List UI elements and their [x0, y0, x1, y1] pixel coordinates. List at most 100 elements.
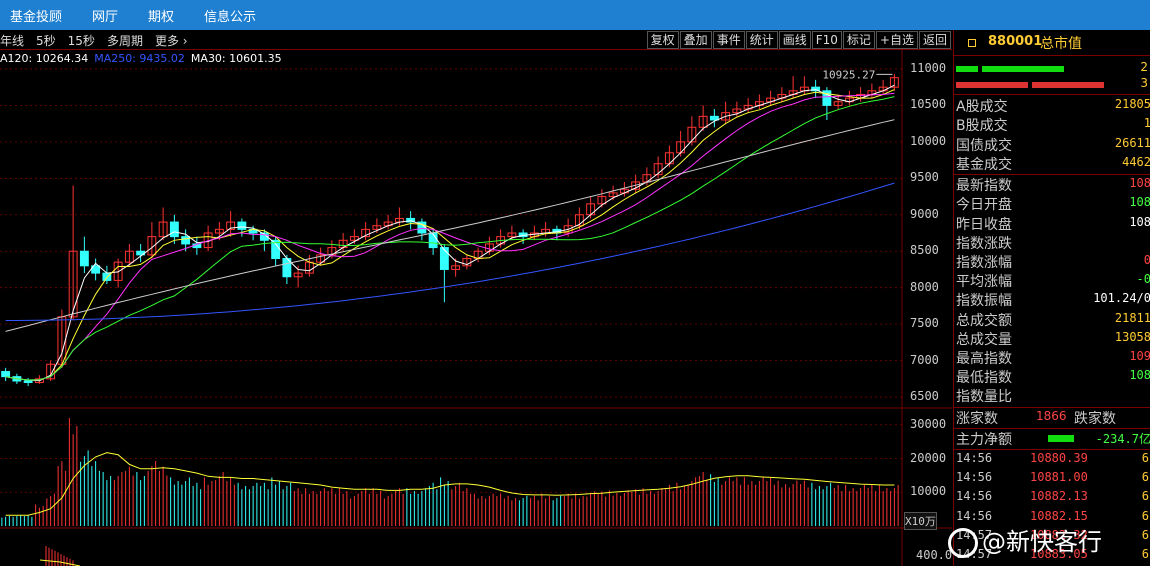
index-info-panel: 880001 总市值 2 3 A股成交 21805 B股成交 1 国债成交 26611 基金成交…: [953, 30, 1150, 566]
stat-value: 13058: [1114, 329, 1150, 344]
ma20-line: [5, 92, 895, 381]
net-flow-label: 主力净额: [956, 431, 1012, 448]
volume-tick-label: 30000: [910, 416, 947, 431]
stat-value: 108: [1129, 195, 1150, 210]
nav-item-2[interactable]: 期权: [148, 6, 174, 25]
stat-row: 总成交额 21811: [956, 310, 1150, 329]
tick-volume: 6: [1141, 508, 1149, 523]
period-option-1[interactable]: 5秒: [36, 32, 56, 49]
stat-row: 平均涨幅 -0: [956, 271, 1150, 290]
stat-row: 总成交量 13058: [956, 329, 1150, 348]
up-count-value: 1866: [1036, 408, 1067, 423]
price-tick-label: 9000: [910, 206, 939, 221]
stat-value: 21811: [1114, 310, 1150, 325]
stat-row: 指数涨幅 0: [956, 252, 1150, 271]
volume-tick-label: 20000: [910, 450, 947, 465]
turnover-label: A股成交: [956, 99, 1008, 115]
stat-label: 指数涨幅: [956, 255, 1012, 271]
turnover-label: B股成交: [956, 118, 1008, 135]
toolbar-button-5[interactable]: F10: [811, 31, 842, 49]
toolbar-button-7[interactable]: +自选: [875, 31, 918, 49]
tick-row: 14:56 10882.13 6: [956, 489, 1150, 508]
price-tick-label: 7500: [910, 316, 939, 331]
kline-chart[interactable]: 10925.27: [0, 50, 952, 566]
candle-body: [439, 247, 449, 270]
nav-item-0[interactable]: 基金投顾: [10, 6, 62, 25]
candle-body: [428, 232, 438, 249]
period-option-4[interactable]: 更多 ›: [155, 32, 188, 49]
square-icon: [968, 39, 976, 47]
stat-label: 指数量比: [956, 389, 1012, 406]
toolbar-button-0[interactable]: 复权: [646, 31, 679, 49]
stat-value: 108: [1129, 176, 1150, 191]
stat-row: 最新指数 108: [956, 175, 1150, 194]
price-tick-label: 11000: [910, 60, 947, 75]
tick-time: 14:56: [956, 489, 993, 504]
ma120-line: [5, 119, 895, 332]
market-breadth-bar: [982, 66, 1064, 72]
macd-tick-label: 400.0: [916, 548, 953, 562]
stat-value: 108: [1129, 214, 1150, 229]
period-option-2[interactable]: 15秒: [68, 32, 95, 49]
price-tick-label: 8000: [910, 279, 939, 294]
tick-volume: 6: [1141, 450, 1149, 465]
ma30-line: [5, 96, 895, 381]
candle-body: [23, 380, 33, 383]
stat-label: 今日开盘: [956, 197, 1012, 214]
stat-row: 最高指数 109: [956, 348, 1150, 367]
nav-item-3[interactable]: 信息公示: [204, 6, 256, 25]
stat-label: 总成交额: [956, 312, 1012, 329]
volume-ma-line: [5, 452, 895, 516]
stat-row: 指数振幅 101.24/0: [956, 290, 1150, 309]
volume-tick-label: 10000: [910, 484, 947, 499]
toolbar-button-6[interactable]: 标记: [842, 31, 875, 49]
down-count-label: 跌家数: [1074, 410, 1116, 427]
stat-value: 101.24/0: [1093, 291, 1150, 306]
tick-volume: 6: [1141, 469, 1149, 484]
period-option-3[interactable]: 多周期: [107, 32, 143, 49]
toolbar-button-1[interactable]: 叠加: [679, 31, 712, 49]
tick-price: 10880.39: [1030, 450, 1088, 465]
market-breadth-bar: [956, 82, 1028, 88]
price-tick-label: 10000: [910, 133, 947, 148]
tick-price: 10882.13: [1030, 489, 1088, 504]
breadth-count: 2: [1140, 60, 1148, 74]
index-name: 总市值: [1040, 36, 1082, 52]
stat-row: 指数量比: [956, 386, 1150, 405]
chart-action-buttons: 复权 叠加 事件 统计 画线 F10 标记 +自选 返回: [646, 31, 951, 49]
candle-body: [169, 221, 179, 238]
toolbar-button-4[interactable]: 画线: [778, 31, 811, 49]
weibo-icon: [948, 528, 978, 558]
tick-time: 14:56: [956, 450, 993, 465]
turnover-value: 26611: [1114, 135, 1150, 150]
stat-label: 昨日收盘: [956, 216, 1012, 233]
candle-body: [1, 371, 11, 378]
top-nav-bar: 基金投顾 网厅 期权 信息公示: [0, 0, 1150, 30]
price-tick-label: 9500: [910, 170, 939, 185]
up-count-label: 涨家数: [956, 410, 998, 427]
toolbar-button-3[interactable]: 统计: [745, 31, 778, 49]
period-option-0[interactable]: 年线: [0, 32, 24, 49]
nav-item-1[interactable]: 网厅: [92, 6, 118, 25]
breadth-count: 3: [1140, 76, 1148, 90]
turnover-row: B股成交 1: [956, 115, 1150, 134]
weibo-watermark: @新快客行: [948, 522, 1102, 558]
price-tick-label: 10500: [910, 97, 947, 112]
toolbar-button-2[interactable]: 事件: [712, 31, 745, 49]
turnover-row: A股成交 21805: [956, 96, 1150, 115]
turnover-value: 4462: [1122, 154, 1150, 169]
price-tick-label: 7000: [910, 352, 939, 367]
chart-toolbar: 年线 5秒 15秒 多周期 更多 › 复权 叠加 事件 统计 画线 F10 标记 +自选 返回: [0, 30, 952, 50]
stat-label: 指数涨跌: [956, 235, 1012, 252]
candle-body: [237, 221, 247, 230]
price-tick-label: 6500: [910, 389, 939, 404]
tick-time: 14:56: [956, 469, 993, 484]
ma5-line: [5, 84, 895, 382]
stat-label: 平均涨幅: [956, 274, 1012, 291]
toolbar-button-8[interactable]: 返回: [918, 31, 951, 49]
stat-row: 今日开盘 108: [956, 194, 1150, 213]
candle-body: [709, 115, 719, 121]
index-code: 880001: [988, 34, 1043, 49]
turnover-label: 国债成交: [956, 137, 1012, 154]
market-breadth-bar: [1032, 82, 1104, 88]
